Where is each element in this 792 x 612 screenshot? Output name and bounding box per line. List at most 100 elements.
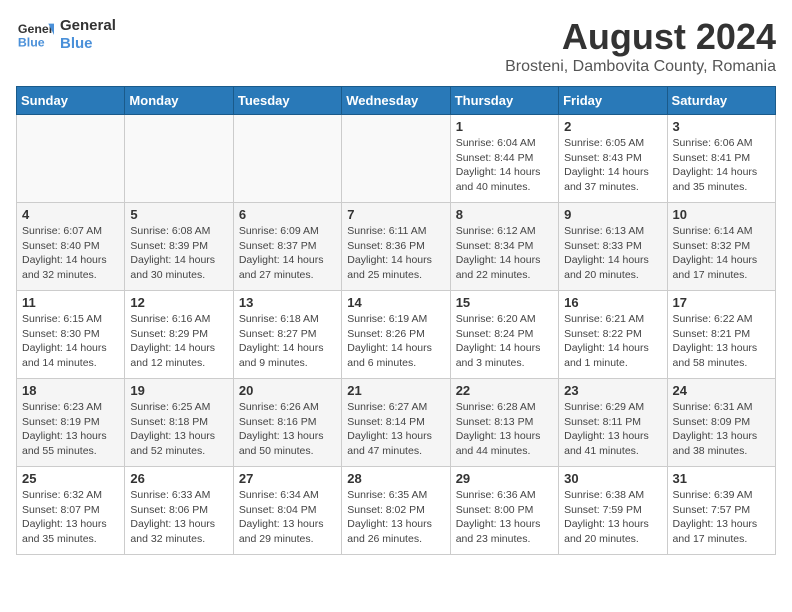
calendar-cell: 11 Sunrise: 6:15 AM Sunset: 8:30 PM Dayli…: [17, 291, 125, 379]
calendar-cell: 29 Sunrise: 6:36 AM Sunset: 8:00 PM Dayli…: [450, 467, 558, 555]
title-block: August 2024 Brosteni, Dambovita County, …: [505, 16, 776, 76]
day-info: Sunrise: 6:31 AM Sunset: 8:09 PM Dayligh…: [673, 400, 770, 459]
calendar-table: SundayMondayTuesdayWednesdayThursdayFrid…: [16, 86, 776, 555]
page-header: General Blue General Blue August 2024 Br…: [16, 16, 776, 76]
day-number: 13: [239, 295, 336, 310]
day-number: 20: [239, 383, 336, 398]
day-info: Sunrise: 6:26 AM Sunset: 8:16 PM Dayligh…: [239, 400, 336, 459]
calendar-cell: 9 Sunrise: 6:13 AM Sunset: 8:33 PM Daylig…: [559, 203, 667, 291]
calendar-week-4: 18Sunrise: 6:23 AM Sunset: 8:19 PM Dayli…: [17, 379, 776, 467]
calendar-cell: 10 Sunrise: 6:14 AM Sunset: 8:32 PM Dayli…: [667, 203, 775, 291]
day-number: 10: [673, 207, 770, 222]
day-info: Sunrise: 6:14 AM Sunset: 8:32 PM Dayligh…: [673, 224, 770, 283]
day-number: 1: [456, 119, 553, 134]
weekday-header-wednesday: Wednesday: [342, 87, 450, 115]
calendar-cell: 15 Sunrise: 6:20 AM Sunset: 8:24 PM Dayli…: [450, 291, 558, 379]
day-info: Sunrise: 6:19 AM Sunset: 8:26 PM Dayligh…: [347, 312, 444, 371]
calendar-week-5: 25Sunrise: 6:32 AM Sunset: 8:07 PM Dayli…: [17, 467, 776, 555]
day-number: 5: [130, 207, 227, 222]
svg-text:General: General: [18, 22, 54, 36]
weekday-header-saturday: Saturday: [667, 87, 775, 115]
day-info: Sunrise: 6:23 AM Sunset: 8:19 PM Dayligh…: [22, 400, 119, 459]
day-info: Sunrise: 6:18 AM Sunset: 8:27 PM Dayligh…: [239, 312, 336, 371]
day-info: Sunrise: 6:13 AM Sunset: 8:33 PM Dayligh…: [564, 224, 661, 283]
day-info: Sunrise: 6:29 AM Sunset: 8:11 PM Dayligh…: [564, 400, 661, 459]
day-number: 12: [130, 295, 227, 310]
day-number: 31: [673, 471, 770, 486]
day-info: Sunrise: 6:12 AM Sunset: 8:34 PM Dayligh…: [456, 224, 553, 283]
calendar-body: 1 Sunrise: 6:04 AM Sunset: 8:44 PM Daylig…: [17, 115, 776, 555]
day-number: 21: [347, 383, 444, 398]
calendar-cell: 12 Sunrise: 6:16 AM Sunset: 8:29 PM Dayli…: [125, 291, 233, 379]
calendar-cell: [125, 115, 233, 203]
calendar-cell: [342, 115, 450, 203]
calendar-cell: 22 Sunrise: 6:28 AM Sunset: 8:13 PM Dayli…: [450, 379, 558, 467]
day-info: Sunrise: 6:04 AM Sunset: 8:44 PM Dayligh…: [456, 136, 553, 195]
day-number: 4: [22, 207, 119, 222]
page-subtitle: Brosteni, Dambovita County, Romania: [505, 58, 776, 76]
calendar-cell: 24 Sunrise: 6:31 AM Sunset: 8:09 PM Dayli…: [667, 379, 775, 467]
day-info: Sunrise: 6:39 AM Sunset: 7:57 PM Dayligh…: [673, 488, 770, 547]
day-number: 24: [673, 383, 770, 398]
page-title: August 2024: [505, 16, 776, 58]
day-info: Sunrise: 6:20 AM Sunset: 8:24 PM Dayligh…: [456, 312, 553, 371]
day-info: Sunrise: 6:36 AM Sunset: 8:00 PM Dayligh…: [456, 488, 553, 547]
calendar-cell: 19Sunrise: 6:25 AM Sunset: 8:18 PM Dayli…: [125, 379, 233, 467]
logo-blue: Blue: [60, 35, 116, 53]
day-info: Sunrise: 6:28 AM Sunset: 8:13 PM Dayligh…: [456, 400, 553, 459]
calendar-cell: 26Sunrise: 6:33 AM Sunset: 8:06 PM Dayli…: [125, 467, 233, 555]
day-number: 17: [673, 295, 770, 310]
day-number: 25: [22, 471, 119, 486]
logo-icon: General Blue: [16, 16, 54, 54]
weekday-header-thursday: Thursday: [450, 87, 558, 115]
day-info: Sunrise: 6:15 AM Sunset: 8:30 PM Dayligh…: [22, 312, 119, 371]
day-number: 29: [456, 471, 553, 486]
day-info: Sunrise: 6:16 AM Sunset: 8:29 PM Dayligh…: [130, 312, 227, 371]
calendar-cell: 28Sunrise: 6:35 AM Sunset: 8:02 PM Dayli…: [342, 467, 450, 555]
calendar-cell: [233, 115, 341, 203]
weekday-header-sunday: Sunday: [17, 87, 125, 115]
day-number: 22: [456, 383, 553, 398]
calendar-cell: 21 Sunrise: 6:27 AM Sunset: 8:14 PM Dayli…: [342, 379, 450, 467]
day-info: Sunrise: 6:21 AM Sunset: 8:22 PM Dayligh…: [564, 312, 661, 371]
day-number: 14: [347, 295, 444, 310]
day-info: Sunrise: 6:09 AM Sunset: 8:37 PM Dayligh…: [239, 224, 336, 283]
calendar-week-3: 11 Sunrise: 6:15 AM Sunset: 8:30 PM Dayli…: [17, 291, 776, 379]
calendar-cell: 8Sunrise: 6:12 AM Sunset: 8:34 PM Daylig…: [450, 203, 558, 291]
day-number: 15: [456, 295, 553, 310]
weekday-header-friday: Friday: [559, 87, 667, 115]
day-number: 26: [130, 471, 227, 486]
day-number: 11: [22, 295, 119, 310]
logo: General Blue General Blue: [16, 16, 116, 54]
day-info: Sunrise: 6:34 AM Sunset: 8:04 PM Dayligh…: [239, 488, 336, 547]
calendar-week-2: 4Sunrise: 6:07 AM Sunset: 8:40 PM Daylig…: [17, 203, 776, 291]
day-info: Sunrise: 6:05 AM Sunset: 8:43 PM Dayligh…: [564, 136, 661, 195]
calendar-cell: 13 Sunrise: 6:18 AM Sunset: 8:27 PM Dayli…: [233, 291, 341, 379]
day-info: Sunrise: 6:06 AM Sunset: 8:41 PM Dayligh…: [673, 136, 770, 195]
calendar-cell: [17, 115, 125, 203]
calendar-cell: 5Sunrise: 6:08 AM Sunset: 8:39 PM Daylig…: [125, 203, 233, 291]
day-info: Sunrise: 6:25 AM Sunset: 8:18 PM Dayligh…: [130, 400, 227, 459]
calendar-cell: 14 Sunrise: 6:19 AM Sunset: 8:26 PM Dayli…: [342, 291, 450, 379]
day-number: 9: [564, 207, 661, 222]
day-info: Sunrise: 6:11 AM Sunset: 8:36 PM Dayligh…: [347, 224, 444, 283]
day-info: Sunrise: 6:27 AM Sunset: 8:14 PM Dayligh…: [347, 400, 444, 459]
calendar-cell: 23 Sunrise: 6:29 AM Sunset: 8:11 PM Dayli…: [559, 379, 667, 467]
calendar-cell: 25Sunrise: 6:32 AM Sunset: 8:07 PM Dayli…: [17, 467, 125, 555]
calendar-header: SundayMondayTuesdayWednesdayThursdayFrid…: [17, 87, 776, 115]
calendar-cell: 6 Sunrise: 6:09 AM Sunset: 8:37 PM Daylig…: [233, 203, 341, 291]
day-number: 6: [239, 207, 336, 222]
calendar-cell: 1 Sunrise: 6:04 AM Sunset: 8:44 PM Daylig…: [450, 115, 558, 203]
calendar-cell: 3Sunrise: 6:06 AM Sunset: 8:41 PM Daylig…: [667, 115, 775, 203]
weekday-header-monday: Monday: [125, 87, 233, 115]
day-number: 27: [239, 471, 336, 486]
day-number: 23: [564, 383, 661, 398]
weekday-header-row: SundayMondayTuesdayWednesdayThursdayFrid…: [17, 87, 776, 115]
calendar-cell: 17Sunrise: 6:22 AM Sunset: 8:21 PM Dayli…: [667, 291, 775, 379]
logo-general: General: [60, 17, 116, 35]
weekday-header-tuesday: Tuesday: [233, 87, 341, 115]
calendar-cell: 20 Sunrise: 6:26 AM Sunset: 8:16 PM Dayli…: [233, 379, 341, 467]
day-number: 16: [564, 295, 661, 310]
calendar-cell: 4Sunrise: 6:07 AM Sunset: 8:40 PM Daylig…: [17, 203, 125, 291]
calendar-cell: 7Sunrise: 6:11 AM Sunset: 8:36 PM Daylig…: [342, 203, 450, 291]
